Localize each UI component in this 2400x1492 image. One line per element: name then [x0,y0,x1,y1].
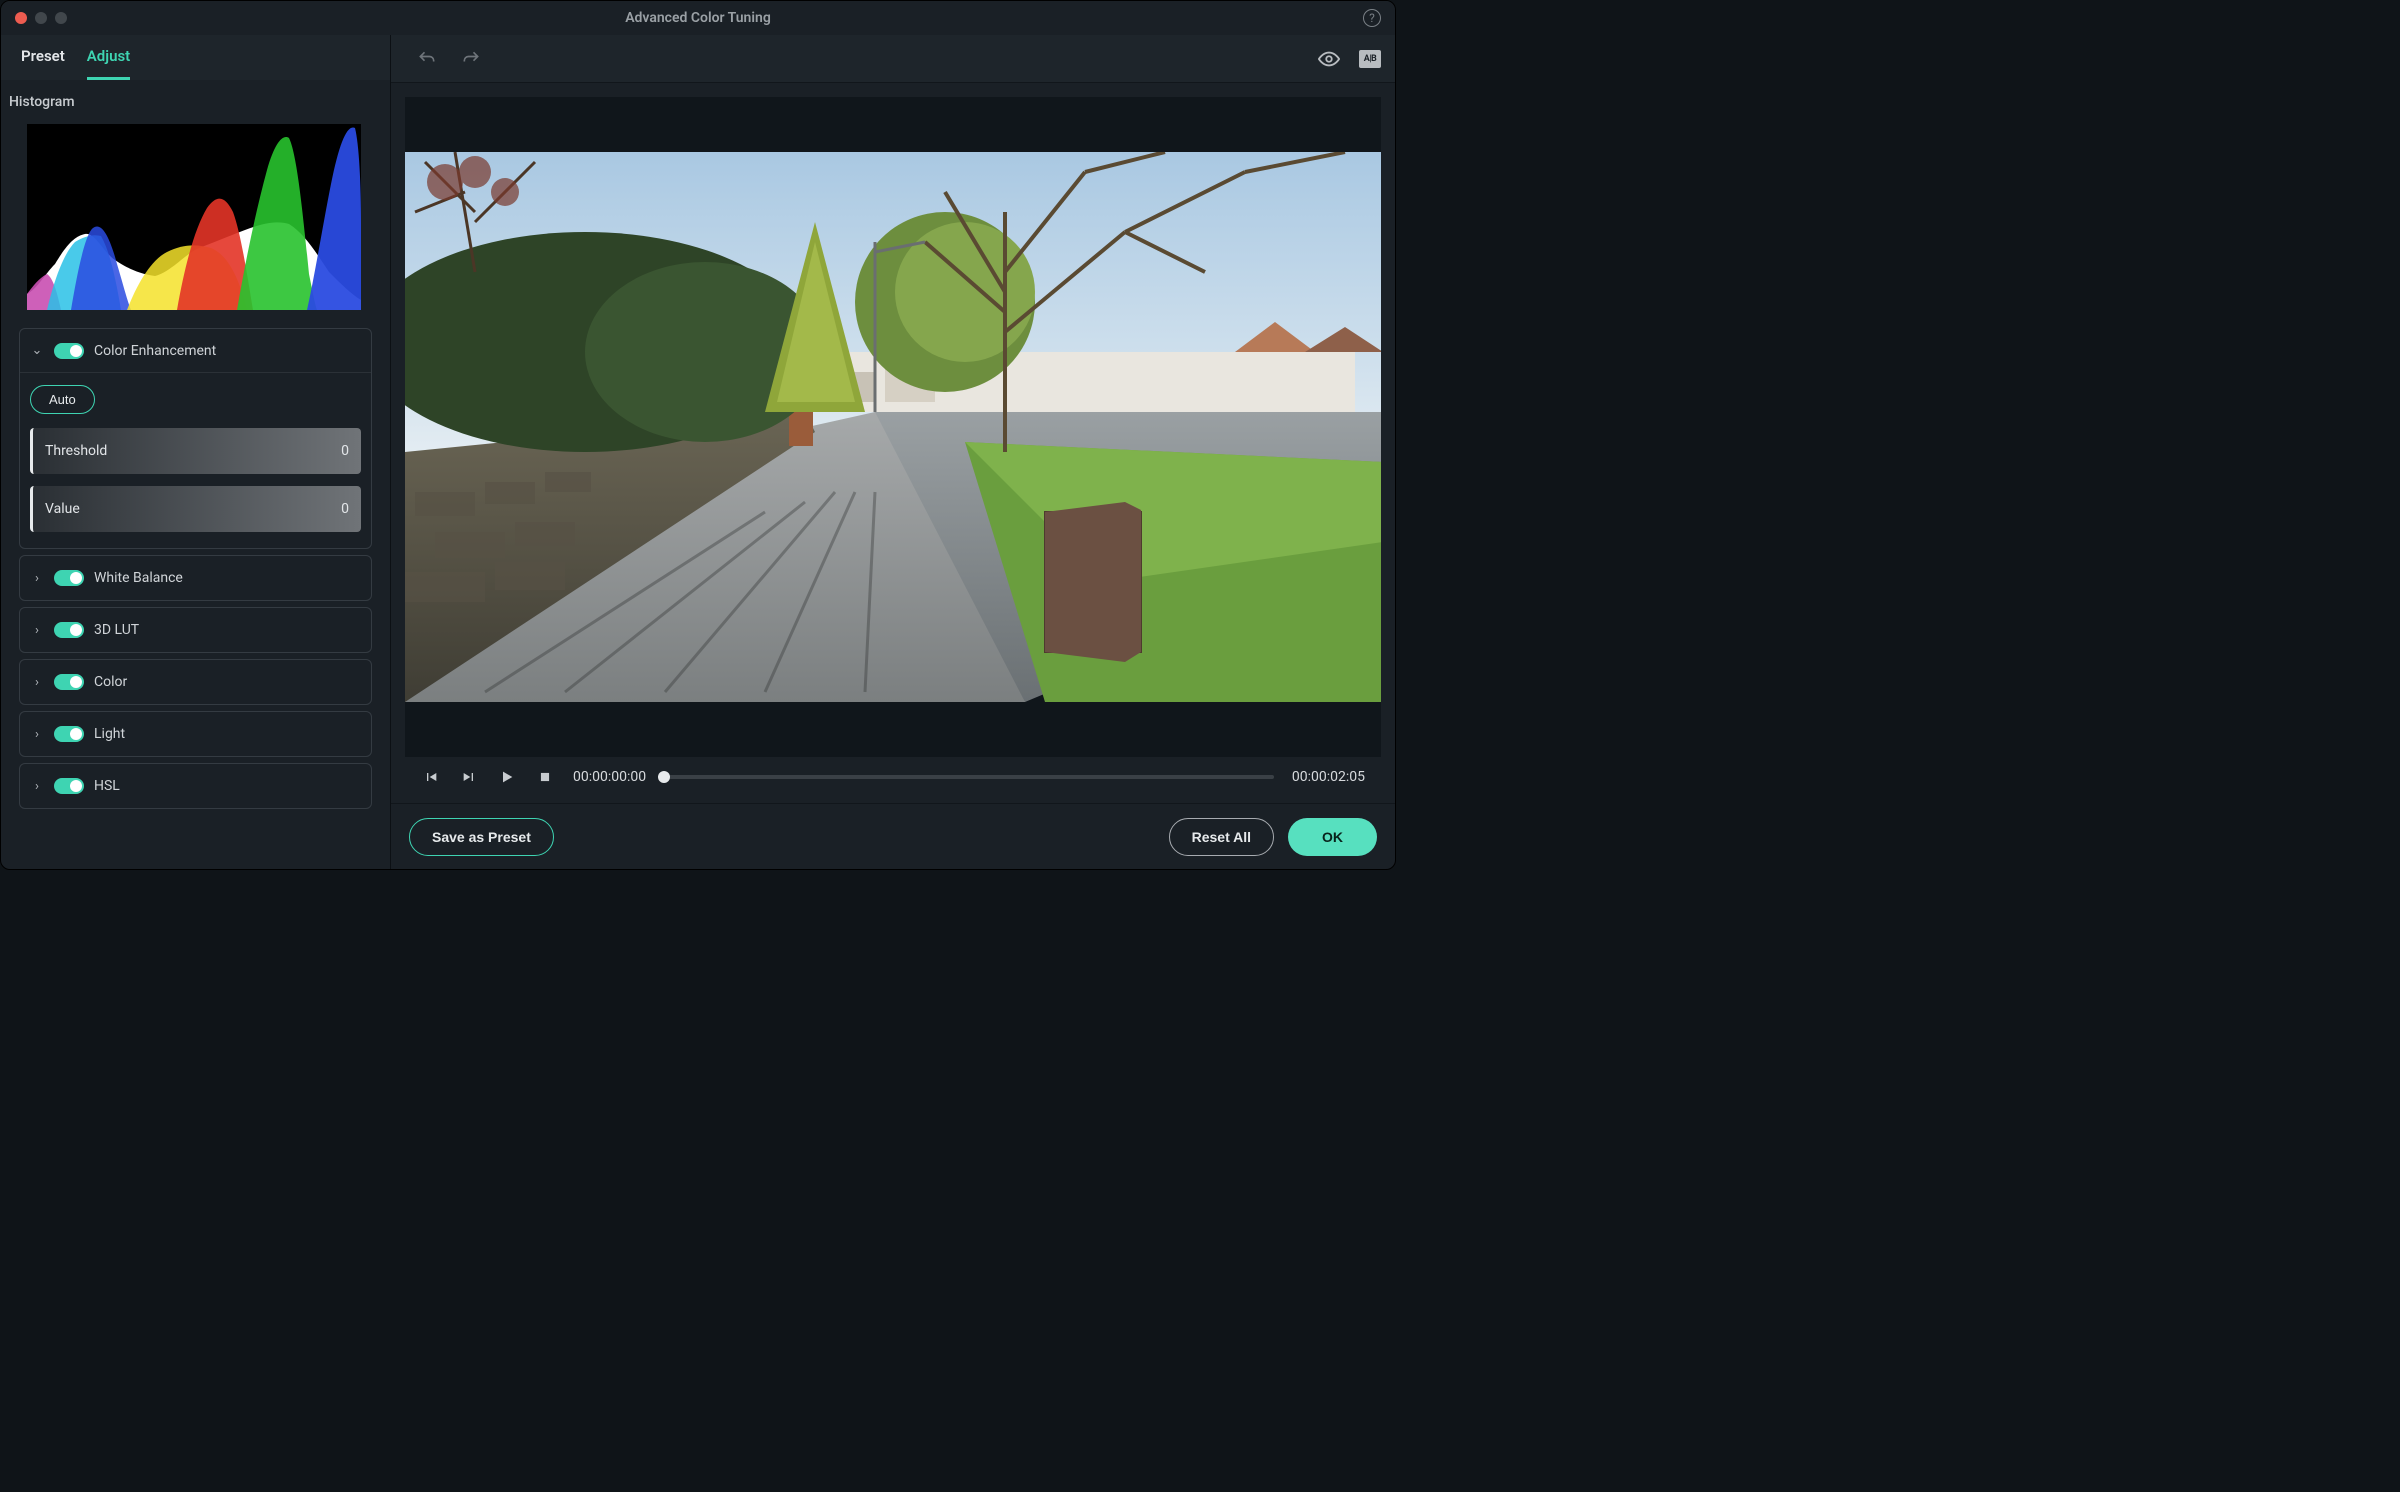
timeline-thumb[interactable] [658,771,670,783]
minimize-window-icon[interactable] [35,12,47,24]
window-controls [15,12,67,24]
titlebar: Advanced Color Tuning ? [1,1,1395,35]
tab-preset[interactable]: Preset [21,47,65,80]
panel-color: › Color [19,659,372,705]
panel-label: Color Enhancement [94,343,216,359]
panel-white-balance: › White Balance [19,555,372,601]
chevron-right-icon: › [30,779,44,794]
video-preview[interactable] [405,152,1381,702]
help-icon[interactable]: ? [1363,9,1381,27]
close-window-icon[interactable] [15,12,27,24]
video-wrap [405,97,1381,757]
timecode-duration: 00:00:02:05 [1292,769,1365,785]
toggle-light[interactable] [54,726,84,742]
sidebar-scroll[interactable]: ⌄ Color Enhancement Auto Threshold 0 Val… [1,120,390,869]
chevron-right-icon: › [30,623,44,638]
histogram-title: Histogram [1,80,390,120]
stop-button[interactable] [535,767,555,787]
slider-value: 0 [341,501,349,517]
panel-head-color-enhancement[interactable]: ⌄ Color Enhancement [20,329,371,373]
panel-label: 3D LUT [94,622,139,638]
window-title: Advanced Color Tuning [625,10,771,26]
panel-label: Light [94,726,125,742]
toggle-hsl[interactable] [54,778,84,794]
panel-head-white-balance[interactable]: › White Balance [20,556,371,600]
sidebar-tabs: Preset Adjust [1,35,390,80]
app-window: Advanced Color Tuning ? Preset Adjust Hi… [0,0,1396,870]
tab-adjust[interactable]: Adjust [87,47,130,80]
preview-stage: 00:00:00:00 00:00:02:05 [391,83,1395,803]
panel-color-enhancement: ⌄ Color Enhancement Auto Threshold 0 Val… [19,328,372,549]
chevron-right-icon: › [30,675,44,690]
prev-frame-button[interactable] [421,767,441,787]
timeline-scrubber[interactable] [664,775,1274,779]
slider-value: 0 [341,443,349,459]
slider-threshold[interactable]: Threshold 0 [30,428,361,474]
save-preset-button[interactable]: Save as Preset [409,818,554,856]
panel-head-3d-lut[interactable]: › 3D LUT [20,608,371,652]
preview-pane: A|B [391,35,1395,869]
panel-light: › Light [19,711,372,757]
panel-hsl: › HSL [19,763,372,809]
slider-label: Value [45,501,80,517]
chevron-down-icon: ⌄ [30,343,44,358]
histogram [27,124,361,310]
panel-head-hsl[interactable]: › HSL [20,764,371,808]
redo-icon[interactable] [459,47,483,71]
auto-button[interactable]: Auto [30,385,95,414]
maximize-window-icon[interactable] [55,12,67,24]
main: Preset Adjust Histogram [1,35,1395,869]
panel-body-color-enhancement: Auto Threshold 0 Value 0 [20,373,371,548]
transport: 00:00:00:00 00:00:02:05 [405,757,1381,789]
preview-eye-icon[interactable] [1317,47,1341,71]
timecode-current: 00:00:00:00 [573,769,646,785]
play-button[interactable] [497,767,517,787]
chevron-right-icon: › [30,571,44,586]
panel-3d-lut: › 3D LUT [19,607,372,653]
panel-label: White Balance [94,570,183,586]
panel-head-light[interactable]: › Light [20,712,371,756]
reset-all-button[interactable]: Reset All [1169,818,1274,856]
compare-ab-button[interactable]: A|B [1359,50,1381,68]
preview-toolbar: A|B [391,35,1395,83]
toggle-color[interactable] [54,674,84,690]
next-frame-button[interactable] [459,767,479,787]
sidebar: Preset Adjust Histogram [1,35,391,869]
panel-label: Color [94,674,127,690]
toggle-color-enhancement[interactable] [54,343,84,359]
panel-label: HSL [94,778,120,794]
toggle-white-balance[interactable] [54,570,84,586]
ok-button[interactable]: OK [1288,818,1377,856]
chevron-right-icon: › [30,727,44,742]
slider-label: Threshold [45,443,107,459]
toggle-3d-lut[interactable] [54,622,84,638]
panel-head-color[interactable]: › Color [20,660,371,704]
footer: Save as Preset Reset All OK [391,803,1395,869]
slider-value[interactable]: Value 0 [30,486,361,532]
undo-icon[interactable] [415,47,439,71]
